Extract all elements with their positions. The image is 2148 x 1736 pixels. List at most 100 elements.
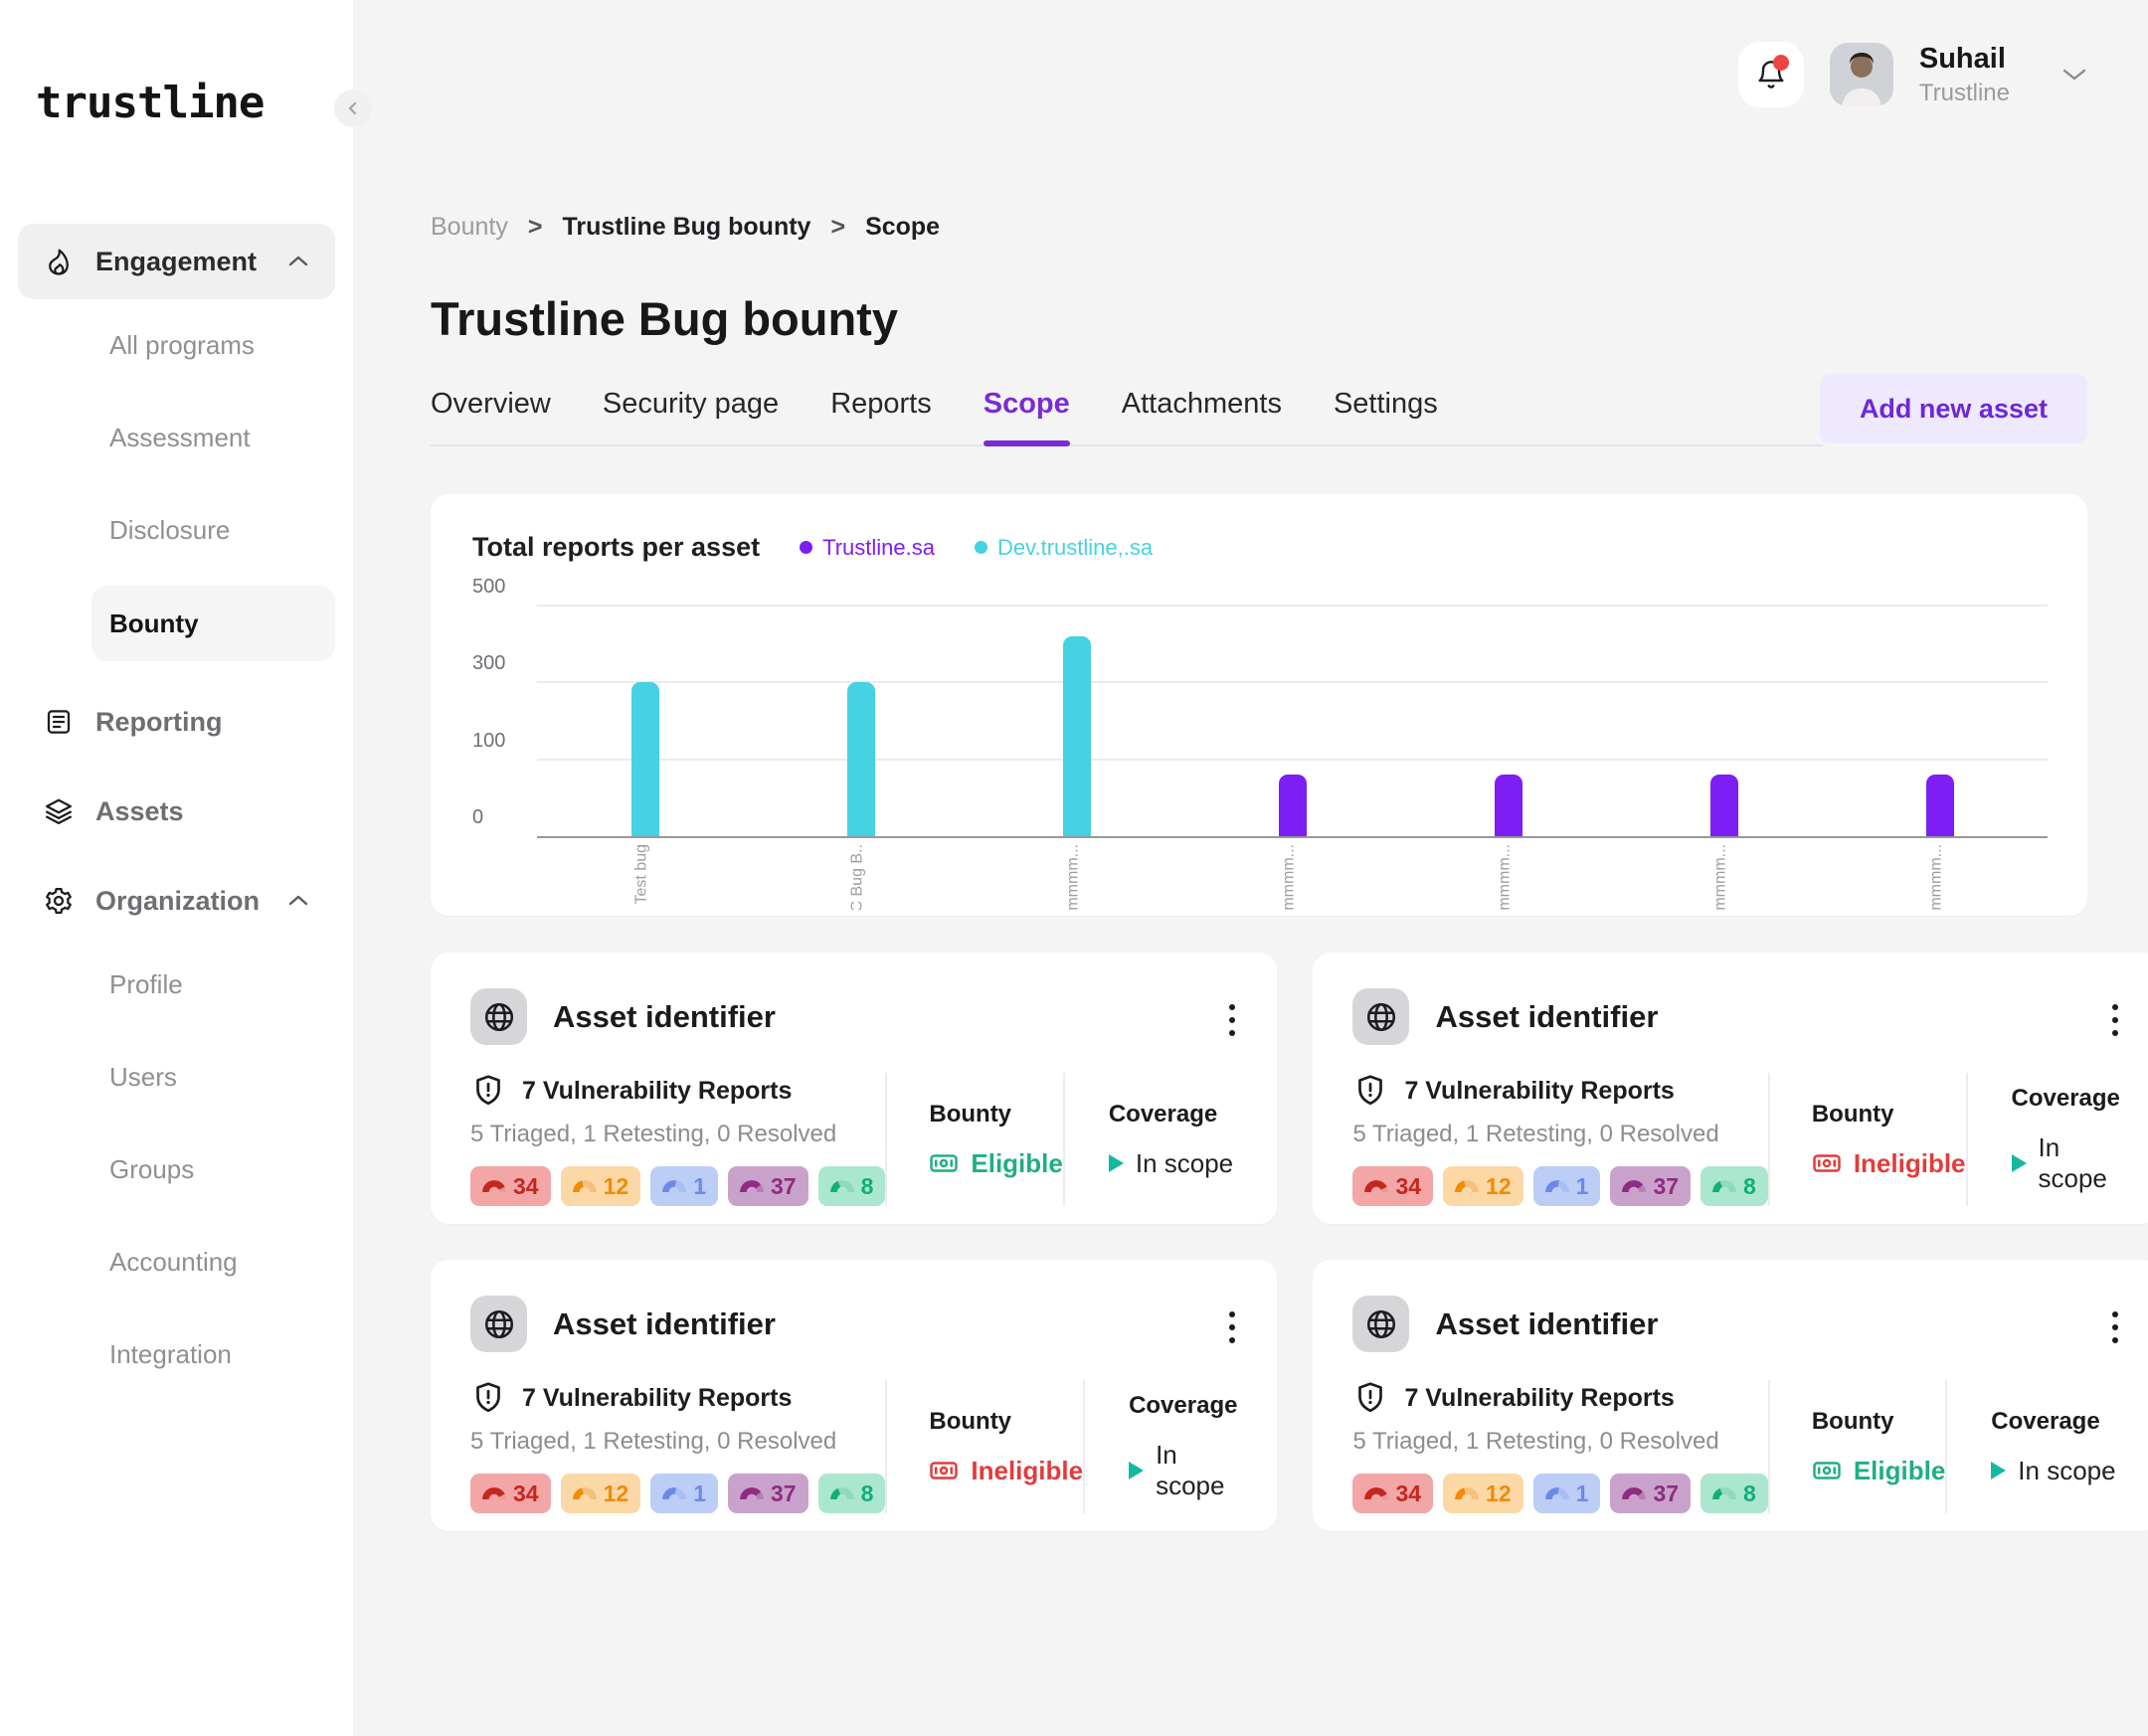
kebab-menu-button[interactable]	[1221, 996, 1243, 1044]
severity-badges: 34121378	[1352, 1474, 1767, 1513]
gauge-icon	[1364, 1180, 1388, 1192]
add-new-asset-button[interactable]: Add new asset	[1820, 374, 2087, 443]
bounty-header: Bounty	[929, 1408, 1083, 1436]
kebab-menu-button[interactable]	[2104, 996, 2126, 1044]
asset-card-body: 7 Vulnerability Reports 5 Triaged, 1 Ret…	[1352, 1380, 2119, 1513]
chevron-down-icon[interactable]	[2061, 67, 2087, 83]
notification-badge	[1773, 55, 1789, 71]
vulnerability-count: 7 Vulnerability Reports	[522, 1077, 792, 1106]
sidebar-item-assessment[interactable]: Assessment	[0, 392, 353, 484]
sidebar-item-assets[interactable]: Assets	[18, 774, 335, 849]
asset-card: Asset identifier 7 Vulnerability Reports…	[1313, 953, 2148, 1224]
reports-column: 7 Vulnerability Reports 5 Triaged, 1 Ret…	[1352, 1073, 1767, 1206]
gauge-icon	[1545, 1487, 1569, 1499]
user-org: Trustline	[1919, 80, 2010, 107]
coverage-status-label: In scope	[2039, 1132, 2120, 1194]
legend-label: Dev.trustline,.sa	[997, 535, 1153, 561]
sidebar-item-disclosure[interactable]: Disclosure	[0, 484, 353, 577]
play-icon	[1991, 1462, 2006, 1479]
gauge-icon	[1364, 1487, 1388, 1499]
tab-scope[interactable]: Scope	[984, 388, 1070, 444]
asset-card-header: Asset identifier	[1352, 988, 2119, 1045]
app-root: trustline Engagement All programs Assess…	[0, 0, 2148, 1736]
vulnerability-count: 7 Vulnerability Reports	[1404, 1384, 1674, 1413]
severity-badges: 34121378	[470, 1474, 885, 1513]
tab-security-page[interactable]: Security page	[603, 388, 779, 444]
bounty-status: Ineligible	[929, 1456, 1083, 1486]
shield-alert-icon	[470, 1073, 506, 1109]
notifications-button[interactable]	[1738, 42, 1804, 107]
gauge-icon	[662, 1487, 686, 1499]
kebab-menu-button[interactable]	[1221, 1303, 1243, 1351]
sidebar-item-label: Integration	[109, 1339, 232, 1370]
reports-column: 7 Vulnerability Reports 5 Triaged, 1 Ret…	[470, 1380, 885, 1513]
coverage-column: Coverage In scope	[1083, 1380, 1237, 1513]
severity-badge: 34	[1352, 1474, 1433, 1513]
coverage-column: Coverage In scope	[1945, 1380, 2120, 1513]
tab-settings[interactable]: Settings	[1334, 388, 1438, 444]
chart-bar	[1926, 775, 1954, 836]
tab-attachments[interactable]: Attachments	[1122, 388, 1282, 444]
sidebar-item-label: Users	[109, 1062, 177, 1093]
bounty-column: Bounty Eligible	[1768, 1380, 1945, 1513]
page-title: Trustline Bug bounty	[431, 291, 2087, 346]
sidebar-item-profile[interactable]: Profile	[0, 939, 353, 1031]
y-axis-tick-label: 100	[472, 730, 505, 753]
chart-bar-slot: mmmmmm...	[1832, 606, 2048, 836]
bounty-status-label: Ineligible	[971, 1456, 1083, 1486]
breadcrumb-item-scope: Scope	[865, 213, 940, 242]
gauge-icon	[573, 1180, 597, 1192]
breadcrumb-item-bounty[interactable]: Bounty	[431, 213, 508, 242]
kebab-menu-button[interactable]	[2104, 1303, 2126, 1351]
banknote-icon	[1812, 1456, 1842, 1485]
user-menu[interactable]: Suhail Trustline	[1919, 43, 2010, 107]
chart-bar	[631, 682, 659, 836]
coverage-status: In scope	[2012, 1132, 2120, 1194]
sidebar-item-users[interactable]: Users	[0, 1031, 353, 1124]
severity-count: 37	[1653, 1173, 1679, 1200]
severity-count: 34	[513, 1480, 539, 1507]
bounty-status-label: Eligible	[1854, 1456, 1945, 1486]
asset-card: Asset identifier 7 Vulnerability Reports…	[431, 1260, 1277, 1531]
breadcrumb-item-program[interactable]: Trustline Bug bounty	[562, 213, 810, 242]
tab-overview[interactable]: Overview	[431, 388, 551, 444]
severity-count: 8	[1743, 1480, 1756, 1507]
sidebar-item-all-programs[interactable]: All programs	[0, 299, 353, 392]
severity-badge: 34	[470, 1166, 551, 1206]
sidebar-item-reporting[interactable]: Reporting	[18, 684, 335, 760]
severity-count: 34	[1395, 1173, 1421, 1200]
chart-title: Total reports per asset	[472, 532, 760, 563]
sidebar-item-accounting[interactable]: Accounting	[0, 1216, 353, 1308]
sidebar-collapse-button[interactable]	[334, 89, 372, 127]
sidebar-item-engagement[interactable]: Engagement	[18, 224, 335, 299]
severity-badge: 8	[818, 1474, 886, 1513]
bounty-column: Bounty Ineligible	[885, 1380, 1083, 1513]
severity-badge: 8	[818, 1166, 886, 1206]
coverage-status: In scope	[1129, 1440, 1237, 1501]
severity-badge: 12	[1443, 1474, 1523, 1513]
chart-bar-slot: mmmmmm...	[969, 606, 1184, 836]
chart-bar-slot: YC Bug B..	[753, 606, 969, 836]
sidebar-item-organization[interactable]: Organization	[18, 863, 335, 939]
sidebar-item-label: Profile	[109, 969, 183, 1000]
sidebar-item-label: Disclosure	[109, 515, 230, 546]
gauge-icon	[1455, 1180, 1479, 1192]
sidebar-item-bounty[interactable]: Bounty	[91, 586, 335, 661]
chevron-left-icon	[345, 100, 361, 116]
x-axis-tick-label: mmmmmm...	[1064, 844, 1082, 910]
chart-legend-item[interactable]: Trustline.sa	[800, 535, 935, 561]
legend-label: Trustline.sa	[822, 535, 935, 561]
sidebar: trustline Engagement All programs Assess…	[0, 0, 353, 1736]
x-axis-tick-label: mmmmmm...	[1927, 844, 1945, 910]
severity-badge: 12	[1443, 1166, 1523, 1206]
avatar[interactable]	[1830, 43, 1893, 106]
sidebar-item-integration[interactable]: Integration	[0, 1308, 353, 1401]
chart-legend-item[interactable]: Dev.trustline,.sa	[975, 535, 1153, 561]
tab-reports[interactable]: Reports	[830, 388, 932, 444]
play-icon	[1109, 1154, 1124, 1172]
shield-alert-icon	[470, 1380, 506, 1416]
gauge-icon	[1712, 1487, 1736, 1499]
severity-count: 8	[861, 1173, 874, 1200]
avatar-image	[1830, 43, 1893, 106]
sidebar-item-groups[interactable]: Groups	[0, 1124, 353, 1216]
